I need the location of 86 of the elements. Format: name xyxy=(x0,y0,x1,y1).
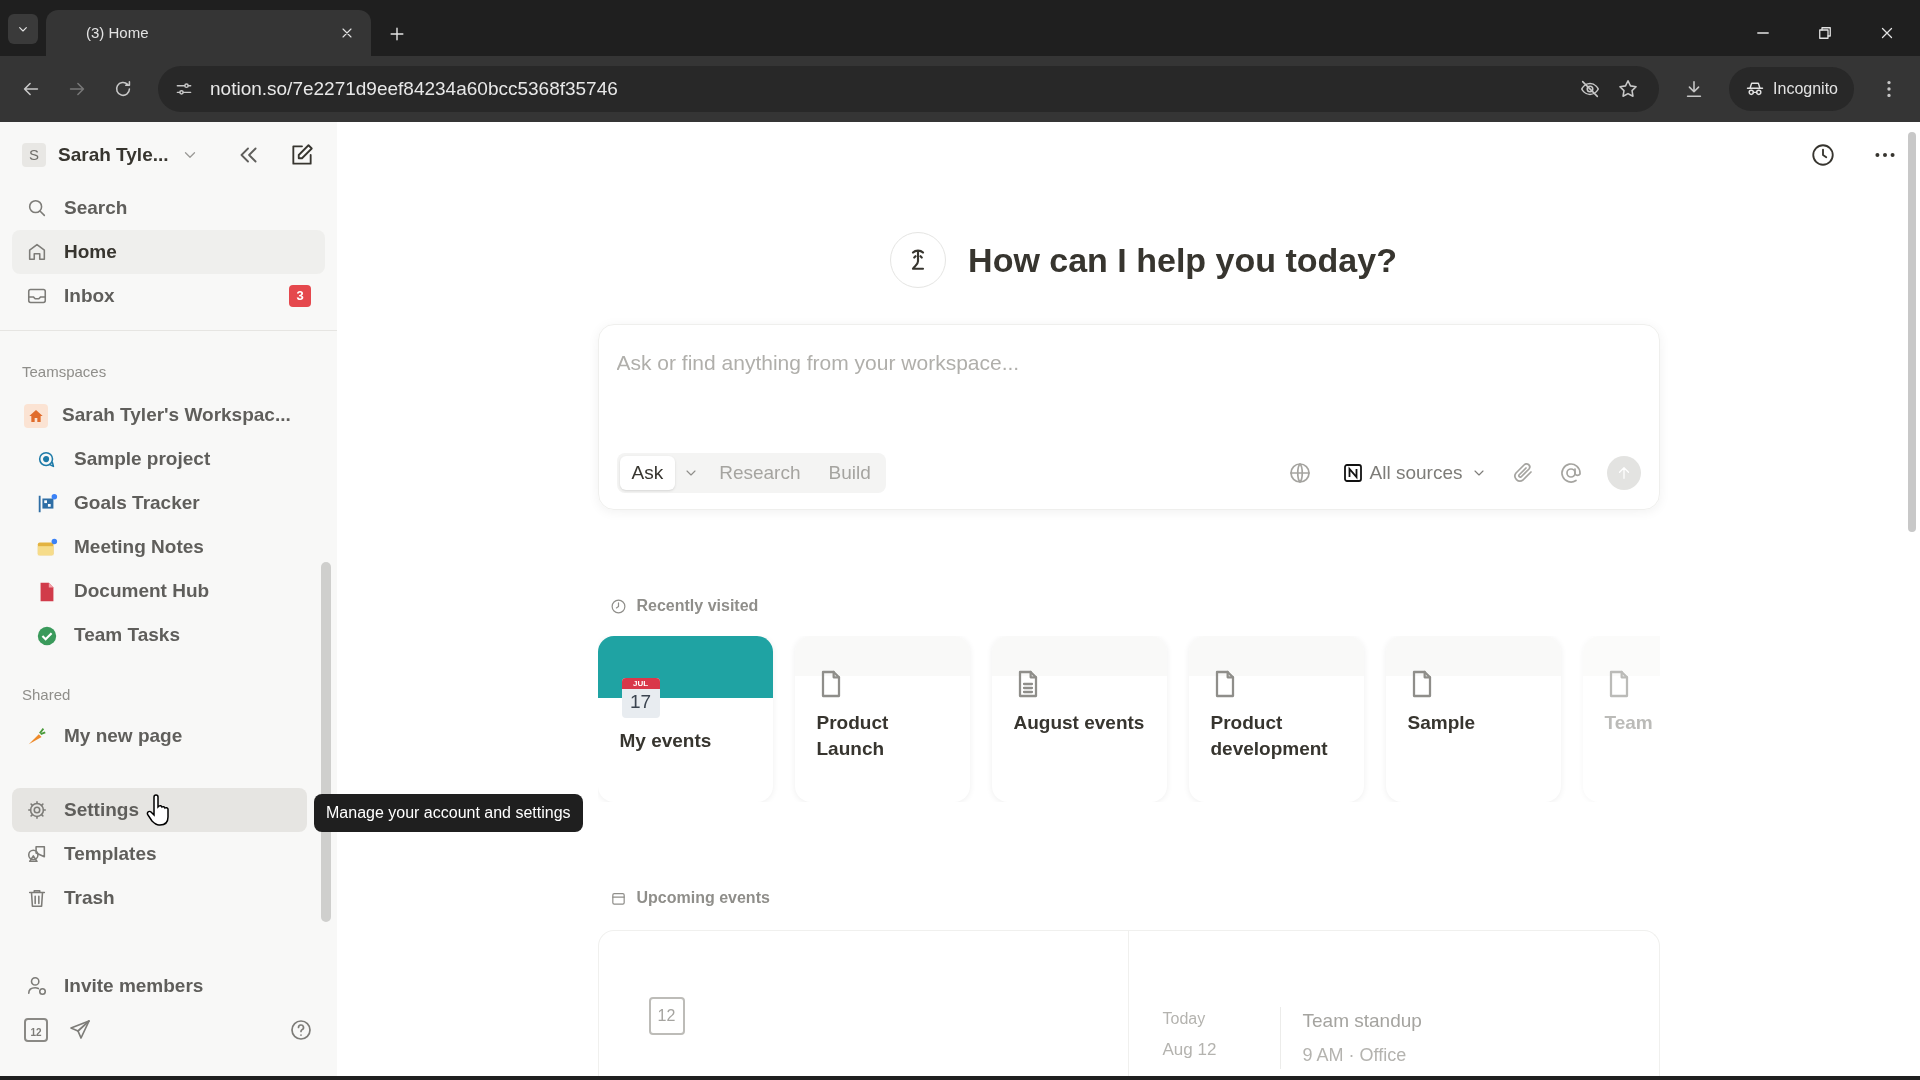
invite-members-item[interactable]: Invite members xyxy=(0,964,337,1008)
teamspace-label: Sarah Tyler's Workspac... xyxy=(62,403,291,428)
house-icon xyxy=(24,403,48,428)
nav-item[interactable]: Home xyxy=(12,230,325,274)
nav-label: Search xyxy=(64,195,128,220)
nav-item[interactable]: Search xyxy=(12,186,325,230)
new-page-icon[interactable] xyxy=(289,142,315,168)
card-title: My events xyxy=(618,729,713,753)
url-text: notion.so/7e2271d9eef84234a60bcc5368f35746 xyxy=(210,76,618,101)
mode-tab[interactable]: Ask xyxy=(619,456,676,490)
calendar-month: JUL xyxy=(621,678,660,689)
item-label: Trash xyxy=(64,885,115,910)
nav-item[interactable]: Inbox 3 xyxy=(12,274,325,318)
card-title: Sample xyxy=(1406,711,1477,735)
page-label: Team Tasks xyxy=(74,623,180,648)
card-title: Team xyxy=(1603,711,1654,735)
page-label: Document Hub xyxy=(74,579,210,604)
home-icon xyxy=(26,241,48,263)
clock-icon xyxy=(609,597,627,615)
incognito-button[interactable]: Incognito xyxy=(1729,67,1854,111)
search-icon xyxy=(26,197,48,219)
page-item[interactable]: Meeting Notes xyxy=(0,525,337,570)
sidebar-item[interactable]: Settings xyxy=(12,788,307,832)
section-heading: Teamspaces xyxy=(21,362,108,382)
item-label: Invite members xyxy=(64,973,204,998)
settings-icon xyxy=(26,799,48,821)
workspace-avatar: S xyxy=(22,143,46,167)
page-card[interactable]: Product Launch xyxy=(794,636,970,802)
card-title: Product Launch xyxy=(815,711,890,761)
section-heading: Recently visited xyxy=(636,596,759,616)
star-icon[interactable] xyxy=(1617,78,1640,100)
restore-icon[interactable] xyxy=(1816,24,1834,42)
calendar-day: 12 xyxy=(30,1026,42,1040)
section-heading: Shared xyxy=(21,684,72,705)
nav-label: Inbox xyxy=(64,283,115,308)
tab-list-button[interactable] xyxy=(8,14,38,44)
carrot-icon xyxy=(26,725,48,747)
page-card[interactable]: Sample xyxy=(1385,636,1561,802)
tab-title: (3) Home xyxy=(85,22,149,43)
tooltip: Manage your account and settings xyxy=(314,794,583,832)
page-item[interactable]: Document Hub xyxy=(0,569,337,614)
section-heading: Upcoming events xyxy=(636,888,770,908)
count-badge: 3 xyxy=(289,285,311,307)
history-icon[interactable] xyxy=(1810,142,1836,168)
page-item[interactable]: Goals Tracker xyxy=(0,481,337,526)
sidebar-item[interactable]: Trash xyxy=(12,876,307,920)
event-date: Aug 12 xyxy=(1162,1039,1218,1061)
calendar-icon[interactable]: 12 xyxy=(24,1018,48,1042)
sources-button[interactable]: All sources xyxy=(1343,458,1487,488)
page-item[interactable]: Team Tasks xyxy=(0,613,337,658)
trash-icon xyxy=(26,887,48,909)
address-bar[interactable]: notion.so/7e2271d9eef84234a60bcc5368f35746 xyxy=(158,66,1660,112)
eye-off-icon[interactable] xyxy=(1579,78,1602,100)
workspace-name[interactable]: Sarah Tyle... xyxy=(58,140,169,170)
teamspace-item[interactable]: Sarah Tyler's Workspac... xyxy=(0,393,337,438)
hand-cursor-icon xyxy=(146,794,172,826)
chart-icon xyxy=(36,492,58,515)
page-card[interactable]: August events xyxy=(991,636,1167,802)
shapes-icon xyxy=(26,843,48,865)
page-label: Meeting Notes xyxy=(74,535,204,560)
page-item[interactable]: My new page xyxy=(0,714,337,758)
calendar-day: 12 xyxy=(657,1004,676,1028)
page-card[interactable]: Product development xyxy=(1188,636,1364,802)
item-label: Templates xyxy=(64,841,157,866)
heading: How can I help you today? xyxy=(968,239,1397,281)
ask-input-field[interactable]: Ask or find anything from your workspace... xyxy=(616,347,1641,379)
notion-logo-icon xyxy=(1343,464,1362,482)
item-label: Settings xyxy=(64,797,139,822)
page-label: My new page xyxy=(64,723,183,748)
event-day: Today xyxy=(1162,1007,1280,1031)
sidebar-item[interactable]: Templates xyxy=(12,832,307,876)
page-item[interactable]: Sample project xyxy=(0,437,337,482)
event-detail: 9 AM · Office xyxy=(1302,1043,1408,1067)
page-label: Sample project xyxy=(74,447,211,472)
card-title: August events xyxy=(1012,711,1146,735)
send-icon[interactable] xyxy=(68,1018,92,1042)
card-title: Product development xyxy=(1209,711,1329,761)
user-plus-icon xyxy=(26,975,48,997)
page-label: Goals Tracker xyxy=(74,491,200,516)
nav-label: Home xyxy=(64,239,117,264)
help-icon[interactable] xyxy=(289,1018,313,1042)
browser-tab[interactable]: (3) Home xyxy=(46,10,371,56)
page-card[interactable]: JUL 17 My events xyxy=(597,636,773,802)
scrollbar-thumb[interactable] xyxy=(1908,132,1916,532)
calendar-day: 17 xyxy=(629,689,652,715)
check-circle-icon xyxy=(36,624,58,647)
